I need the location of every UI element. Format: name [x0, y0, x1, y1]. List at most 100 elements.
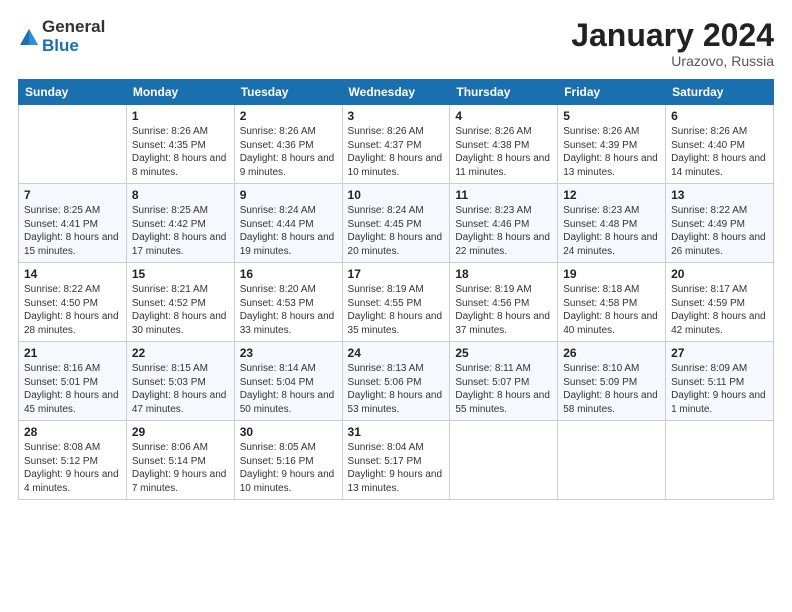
table-row: 9 Sunrise: 8:24 AM Sunset: 4:44 PM Dayli… — [234, 184, 342, 263]
header-monday: Monday — [126, 80, 234, 105]
day-number: 16 — [240, 267, 337, 281]
day-number: 17 — [348, 267, 445, 281]
day-number: 25 — [455, 346, 552, 360]
calendar-week-row: 1 Sunrise: 8:26 AM Sunset: 4:35 PM Dayli… — [19, 105, 774, 184]
day-sunrise: Sunrise: 8:09 AM — [671, 363, 747, 374]
day-sunrise: Sunrise: 8:04 AM — [348, 442, 424, 453]
logo-icon — [18, 27, 40, 49]
header-wednesday: Wednesday — [342, 80, 450, 105]
day-sunrise: Sunrise: 8:20 AM — [240, 284, 316, 295]
day-sunset: Sunset: 5:09 PM — [563, 377, 637, 388]
day-number: 10 — [348, 188, 445, 202]
day-daylight: Daylight: 8 hours and 35 minutes. — [348, 311, 443, 336]
table-row: 23 Sunrise: 8:14 AM Sunset: 5:04 PM Dayl… — [234, 342, 342, 421]
table-row: 13 Sunrise: 8:22 AM Sunset: 4:49 PM Dayl… — [666, 184, 774, 263]
day-sunrise: Sunrise: 8:24 AM — [348, 205, 424, 216]
day-sunrise: Sunrise: 8:26 AM — [671, 126, 747, 137]
day-sunrise: Sunrise: 8:08 AM — [24, 442, 100, 453]
table-row: 3 Sunrise: 8:26 AM Sunset: 4:37 PM Dayli… — [342, 105, 450, 184]
header-tuesday: Tuesday — [234, 80, 342, 105]
table-row: 27 Sunrise: 8:09 AM Sunset: 5:11 PM Dayl… — [666, 342, 774, 421]
day-number: 9 — [240, 188, 337, 202]
table-row: 16 Sunrise: 8:20 AM Sunset: 4:53 PM Dayl… — [234, 263, 342, 342]
page: General Blue January 2024 Urazovo, Russi… — [0, 0, 792, 612]
day-daylight: Daylight: 8 hours and 9 minutes. — [240, 153, 335, 178]
table-row — [558, 421, 666, 500]
day-number: 18 — [455, 267, 552, 281]
day-daylight: Daylight: 9 hours and 1 minute. — [671, 390, 766, 415]
table-row: 19 Sunrise: 8:18 AM Sunset: 4:58 PM Dayl… — [558, 263, 666, 342]
table-row: 30 Sunrise: 8:05 AM Sunset: 5:16 PM Dayl… — [234, 421, 342, 500]
day-daylight: Daylight: 8 hours and 8 minutes. — [132, 153, 227, 178]
day-sunrise: Sunrise: 8:10 AM — [563, 363, 639, 374]
day-sunset: Sunset: 5:14 PM — [132, 456, 206, 467]
day-daylight: Daylight: 8 hours and 28 minutes. — [24, 311, 119, 336]
header-sunday: Sunday — [19, 80, 127, 105]
day-sunset: Sunset: 4:44 PM — [240, 219, 314, 230]
calendar-header-row: Sunday Monday Tuesday Wednesday Thursday… — [19, 80, 774, 105]
day-number: 19 — [563, 267, 660, 281]
day-sunrise: Sunrise: 8:26 AM — [132, 126, 208, 137]
day-sunset: Sunset: 4:41 PM — [24, 219, 98, 230]
day-daylight: Daylight: 8 hours and 14 minutes. — [671, 153, 766, 178]
day-sunrise: Sunrise: 8:26 AM — [563, 126, 639, 137]
day-sunrise: Sunrise: 8:17 AM — [671, 284, 747, 295]
day-daylight: Daylight: 9 hours and 10 minutes. — [240, 469, 335, 494]
day-sunrise: Sunrise: 8:24 AM — [240, 205, 316, 216]
day-sunset: Sunset: 5:17 PM — [348, 456, 422, 467]
day-sunset: Sunset: 4:53 PM — [240, 298, 314, 309]
day-sunset: Sunset: 4:48 PM — [563, 219, 637, 230]
day-sunset: Sunset: 5:03 PM — [132, 377, 206, 388]
day-daylight: Daylight: 8 hours and 22 minutes. — [455, 232, 550, 257]
table-row: 26 Sunrise: 8:10 AM Sunset: 5:09 PM Dayl… — [558, 342, 666, 421]
logo: General Blue — [18, 18, 105, 55]
day-sunrise: Sunrise: 8:18 AM — [563, 284, 639, 295]
day-sunrise: Sunrise: 8:25 AM — [24, 205, 100, 216]
day-daylight: Daylight: 8 hours and 58 minutes. — [563, 390, 658, 415]
day-daylight: Daylight: 8 hours and 17 minutes. — [132, 232, 227, 257]
day-number: 3 — [348, 109, 445, 123]
table-row: 10 Sunrise: 8:24 AM Sunset: 4:45 PM Dayl… — [342, 184, 450, 263]
day-number: 6 — [671, 109, 768, 123]
day-sunrise: Sunrise: 8:22 AM — [671, 205, 747, 216]
table-row: 6 Sunrise: 8:26 AM Sunset: 4:40 PM Dayli… — [666, 105, 774, 184]
day-sunrise: Sunrise: 8:26 AM — [348, 126, 424, 137]
header-saturday: Saturday — [666, 80, 774, 105]
day-daylight: Daylight: 8 hours and 11 minutes. — [455, 153, 550, 178]
table-row: 17 Sunrise: 8:19 AM Sunset: 4:55 PM Dayl… — [342, 263, 450, 342]
day-sunset: Sunset: 4:38 PM — [455, 140, 529, 151]
calendar-week-row: 7 Sunrise: 8:25 AM Sunset: 4:41 PM Dayli… — [19, 184, 774, 263]
table-row: 31 Sunrise: 8:04 AM Sunset: 5:17 PM Dayl… — [342, 421, 450, 500]
table-row: 12 Sunrise: 8:23 AM Sunset: 4:48 PM Dayl… — [558, 184, 666, 263]
table-row — [666, 421, 774, 500]
day-daylight: Daylight: 8 hours and 10 minutes. — [348, 153, 443, 178]
day-sunset: Sunset: 4:55 PM — [348, 298, 422, 309]
day-number: 31 — [348, 425, 445, 439]
table-row: 4 Sunrise: 8:26 AM Sunset: 4:38 PM Dayli… — [450, 105, 558, 184]
table-row: 1 Sunrise: 8:26 AM Sunset: 4:35 PM Dayli… — [126, 105, 234, 184]
day-sunrise: Sunrise: 8:16 AM — [24, 363, 100, 374]
day-daylight: Daylight: 8 hours and 24 minutes. — [563, 232, 658, 257]
day-sunrise: Sunrise: 8:19 AM — [348, 284, 424, 295]
day-sunset: Sunset: 4:46 PM — [455, 219, 529, 230]
day-sunset: Sunset: 4:58 PM — [563, 298, 637, 309]
day-number: 12 — [563, 188, 660, 202]
day-number: 26 — [563, 346, 660, 360]
day-sunset: Sunset: 4:56 PM — [455, 298, 529, 309]
day-daylight: Daylight: 8 hours and 55 minutes. — [455, 390, 550, 415]
day-number: 14 — [24, 267, 121, 281]
table-row: 7 Sunrise: 8:25 AM Sunset: 4:41 PM Dayli… — [19, 184, 127, 263]
calendar-week-row: 14 Sunrise: 8:22 AM Sunset: 4:50 PM Dayl… — [19, 263, 774, 342]
table-row: 29 Sunrise: 8:06 AM Sunset: 5:14 PM Dayl… — [126, 421, 234, 500]
day-daylight: Daylight: 8 hours and 40 minutes. — [563, 311, 658, 336]
day-daylight: Daylight: 8 hours and 42 minutes. — [671, 311, 766, 336]
table-row: 8 Sunrise: 8:25 AM Sunset: 4:42 PM Dayli… — [126, 184, 234, 263]
day-sunset: Sunset: 4:37 PM — [348, 140, 422, 151]
day-sunrise: Sunrise: 8:23 AM — [563, 205, 639, 216]
table-row — [19, 105, 127, 184]
day-sunset: Sunset: 4:59 PM — [671, 298, 745, 309]
day-daylight: Daylight: 8 hours and 47 minutes. — [132, 390, 227, 415]
day-sunrise: Sunrise: 8:13 AM — [348, 363, 424, 374]
table-row — [450, 421, 558, 500]
day-daylight: Daylight: 9 hours and 4 minutes. — [24, 469, 119, 494]
